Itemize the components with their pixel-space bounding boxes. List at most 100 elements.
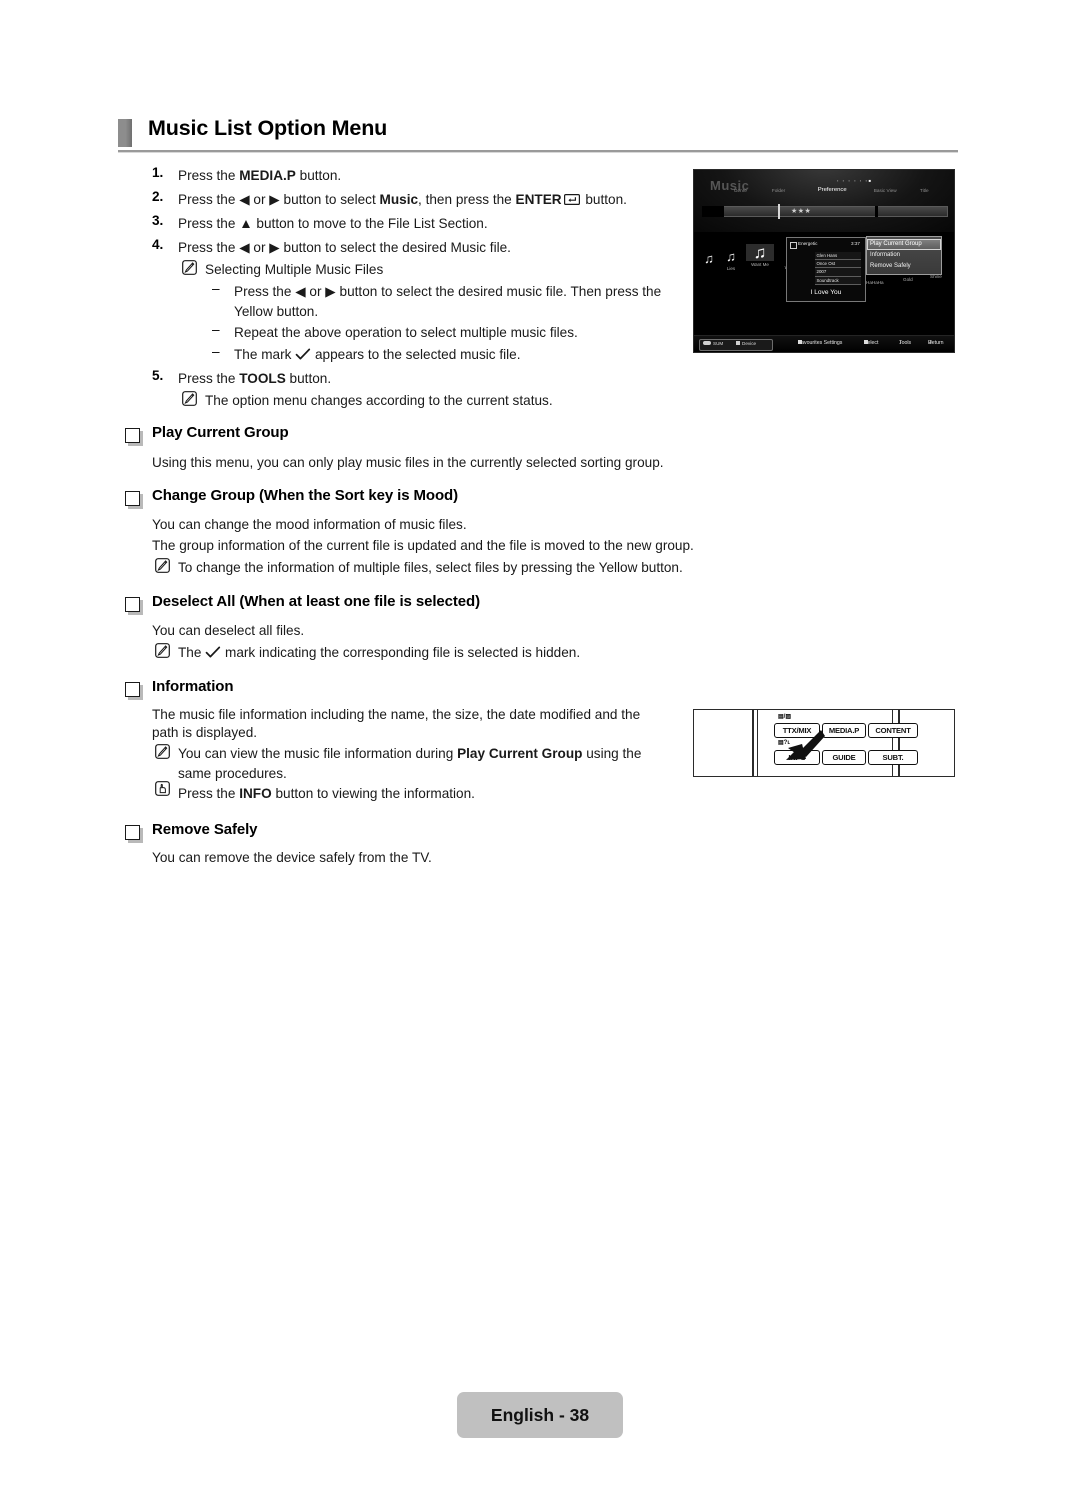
square-icon xyxy=(736,341,740,345)
info-note2-c: button to viewing the information. xyxy=(271,786,475,801)
tv-file-song-title: I Love You xyxy=(810,289,842,296)
step-2-number: 2. xyxy=(152,189,164,204)
step-1-number: 1. xyxy=(152,165,164,180)
tv-file-info-box: Energetic 3:37 Glen Hans Once Ost 2007 S… xyxy=(786,237,866,302)
dash-bullet-3: – xyxy=(212,344,220,359)
tv-meta-year: 2007 xyxy=(815,268,861,277)
step-4-text: Press the ◀ or ▶ button to select the de… xyxy=(178,240,511,255)
section-bullet-change-group xyxy=(125,491,140,506)
info-note2-a: Press the xyxy=(178,786,240,801)
step-5-number: 5. xyxy=(152,368,164,383)
info-note2-b: INFO xyxy=(239,786,272,801)
tv-file-metadata: Glen Hans Once Ost 2007 Soundtrack xyxy=(815,252,861,285)
deselect-note-post: mark indicating the corresponding file i… xyxy=(225,645,581,660)
step-4-dash-1-line-2: Yellow button. xyxy=(234,304,319,319)
step-1-text: Press the MEDIA.P button. xyxy=(178,165,341,187)
section-body-change-group-2: The group information of the current fil… xyxy=(152,538,694,553)
heading-marker-bar xyxy=(118,119,132,147)
tv-device-label: Device xyxy=(736,341,756,346)
step-2-text-enter: ENTER xyxy=(515,192,562,207)
section-note-change-group: To change the information of multiple fi… xyxy=(178,560,683,575)
remote-button-guide[interactable]: GUIDE xyxy=(822,750,866,765)
note-pen-icon xyxy=(155,558,170,573)
step-4-dash-3-pre: The mark xyxy=(234,347,292,362)
note-pen-icon xyxy=(182,391,197,406)
tv-file-item-hahaha-label[interactable]: HaHaHa xyxy=(866,280,884,285)
step-4-number: 4. xyxy=(152,237,164,252)
tv-file-mood: Energetic xyxy=(798,240,818,246)
tv-option-remove-safely[interactable]: Remove Safely xyxy=(867,261,941,272)
section-body-deselect-all: You can deselect all files. xyxy=(152,623,305,638)
step-5-text-b: button. xyxy=(285,371,332,386)
step-5-text-tools: TOOLS xyxy=(239,371,286,386)
note-pen-icon xyxy=(155,744,170,759)
tv-source-text: SUM xyxy=(713,341,724,346)
step-2-text-music: Music xyxy=(379,192,419,207)
info-note1-b: Play Current Group xyxy=(457,746,583,761)
step-1-text-b: MEDIA.P xyxy=(239,168,296,183)
remote-button-media-p[interactable]: MEDIA.P xyxy=(822,723,866,738)
tv-hint-return-label: Return xyxy=(928,340,944,346)
tv-hint-favourites-settings-label: Favourites Settings xyxy=(798,340,843,346)
section-note-information-2: Press the INFO button to viewing the inf… xyxy=(178,783,475,805)
dash-bullet-2: – xyxy=(212,322,220,337)
press-hand-icon xyxy=(155,781,170,796)
page-number-badge: English - 38 xyxy=(457,1392,623,1438)
tv-meta-genre: Soundtrack xyxy=(815,276,861,285)
section-body-remove-safely: You can remove the device safely from th… xyxy=(152,850,432,865)
tv-file-item-gold-label[interactable]: Gold xyxy=(903,277,913,282)
tv-file-checkbox[interactable] xyxy=(790,242,797,249)
step-3-number: 3. xyxy=(152,213,164,228)
tv-device-indicator[interactable]: SUM Device xyxy=(699,339,773,351)
tv-option-menu: Play Current Group Information Remove Sa… xyxy=(866,236,942,275)
tv-meta-artist: Glen Hans xyxy=(815,252,861,261)
section-title-information: Information xyxy=(152,678,234,695)
remote-button-subt[interactable]: SUBT. xyxy=(868,750,918,765)
checkmark-icon xyxy=(205,644,221,658)
step-5-text-a: Press the xyxy=(178,371,240,386)
tv-footer-bar: SUM Device Favourites Settings Select ♪ T… xyxy=(694,335,954,352)
section-bullet-deselect-all xyxy=(125,597,140,612)
tv-screen-figure: Music ▪ ▪ ▪ ▪ ▪ ▪■ Genre Folder Preferen… xyxy=(693,169,955,353)
teletext-icon: ▤/▨ xyxy=(778,714,792,720)
page-heading: Music List Option Menu xyxy=(118,116,958,154)
note-pen-icon xyxy=(182,260,197,275)
step-1-text-a: Press the xyxy=(178,168,240,183)
section-title-remove-safely: Remove Safely xyxy=(152,821,258,838)
info-note1-a: You can view the music file information … xyxy=(178,746,458,761)
tv-device-text: Device xyxy=(742,341,757,346)
step-4-dash-3: The mark appears to the selected music f… xyxy=(234,344,521,366)
step-2-text: Press the ◀ or ▶ button to select Music,… xyxy=(178,189,627,212)
section-title-change-group: Change Group (When the Sort key is Mood) xyxy=(152,487,459,504)
tv-option-information[interactable]: Information xyxy=(867,250,941,261)
section-bullet-remove-safely xyxy=(125,825,140,840)
section-note-information-1: You can view the music file information … xyxy=(178,743,641,765)
section-note-information-1-line2: same procedures. xyxy=(178,766,287,781)
remote-divider-right-1 xyxy=(892,710,894,776)
remote-control-diagram: ▤/▨ ▤?ʟ TTX/MIX MEDIA.P CONTENT INFO GUI… xyxy=(693,709,955,777)
step-4-note-text: Selecting Multiple Music Files xyxy=(205,262,384,277)
remote-divider-left-2 xyxy=(757,710,759,776)
section-bullet-information xyxy=(125,682,140,697)
dash-bullet-1: – xyxy=(212,281,220,296)
page-title: Music List Option Menu xyxy=(148,116,388,140)
step-1-text-c: button. xyxy=(295,168,342,183)
remote-button-content[interactable]: CONTENT xyxy=(868,723,918,738)
tv-footer-hints: Favourites Settings Select ♪ Tools ↺ Retur… xyxy=(798,340,950,350)
remote-divider-right-2 xyxy=(898,710,900,776)
step-2-text-c: button. xyxy=(581,192,627,207)
step-2-text-b: , then press the xyxy=(418,192,516,207)
step-4-dash-2: Repeat the above operation to select mul… xyxy=(234,325,578,340)
section-note-deselect-all: The mark indicating the corresponding fi… xyxy=(178,642,580,664)
tv-source-label: SUM xyxy=(703,341,723,346)
step-5-text: Press the TOOLS button. xyxy=(178,368,331,390)
step-5-note-text: The option menu changes according to the… xyxy=(205,393,553,408)
enter-key-icon xyxy=(563,190,580,212)
tv-file-duration: 3:37 xyxy=(851,240,860,246)
step-4-dash-3-post: appears to the selected music file. xyxy=(314,347,521,362)
tv-hint-tools-label: Tools xyxy=(899,340,912,346)
section-title-deselect-all: Deselect All (When at least one file is … xyxy=(152,593,480,610)
tv-option-play-current-group[interactable]: Play Current Group xyxy=(867,239,941,250)
usb-icon xyxy=(703,341,711,345)
note-pen-icon xyxy=(155,643,170,658)
